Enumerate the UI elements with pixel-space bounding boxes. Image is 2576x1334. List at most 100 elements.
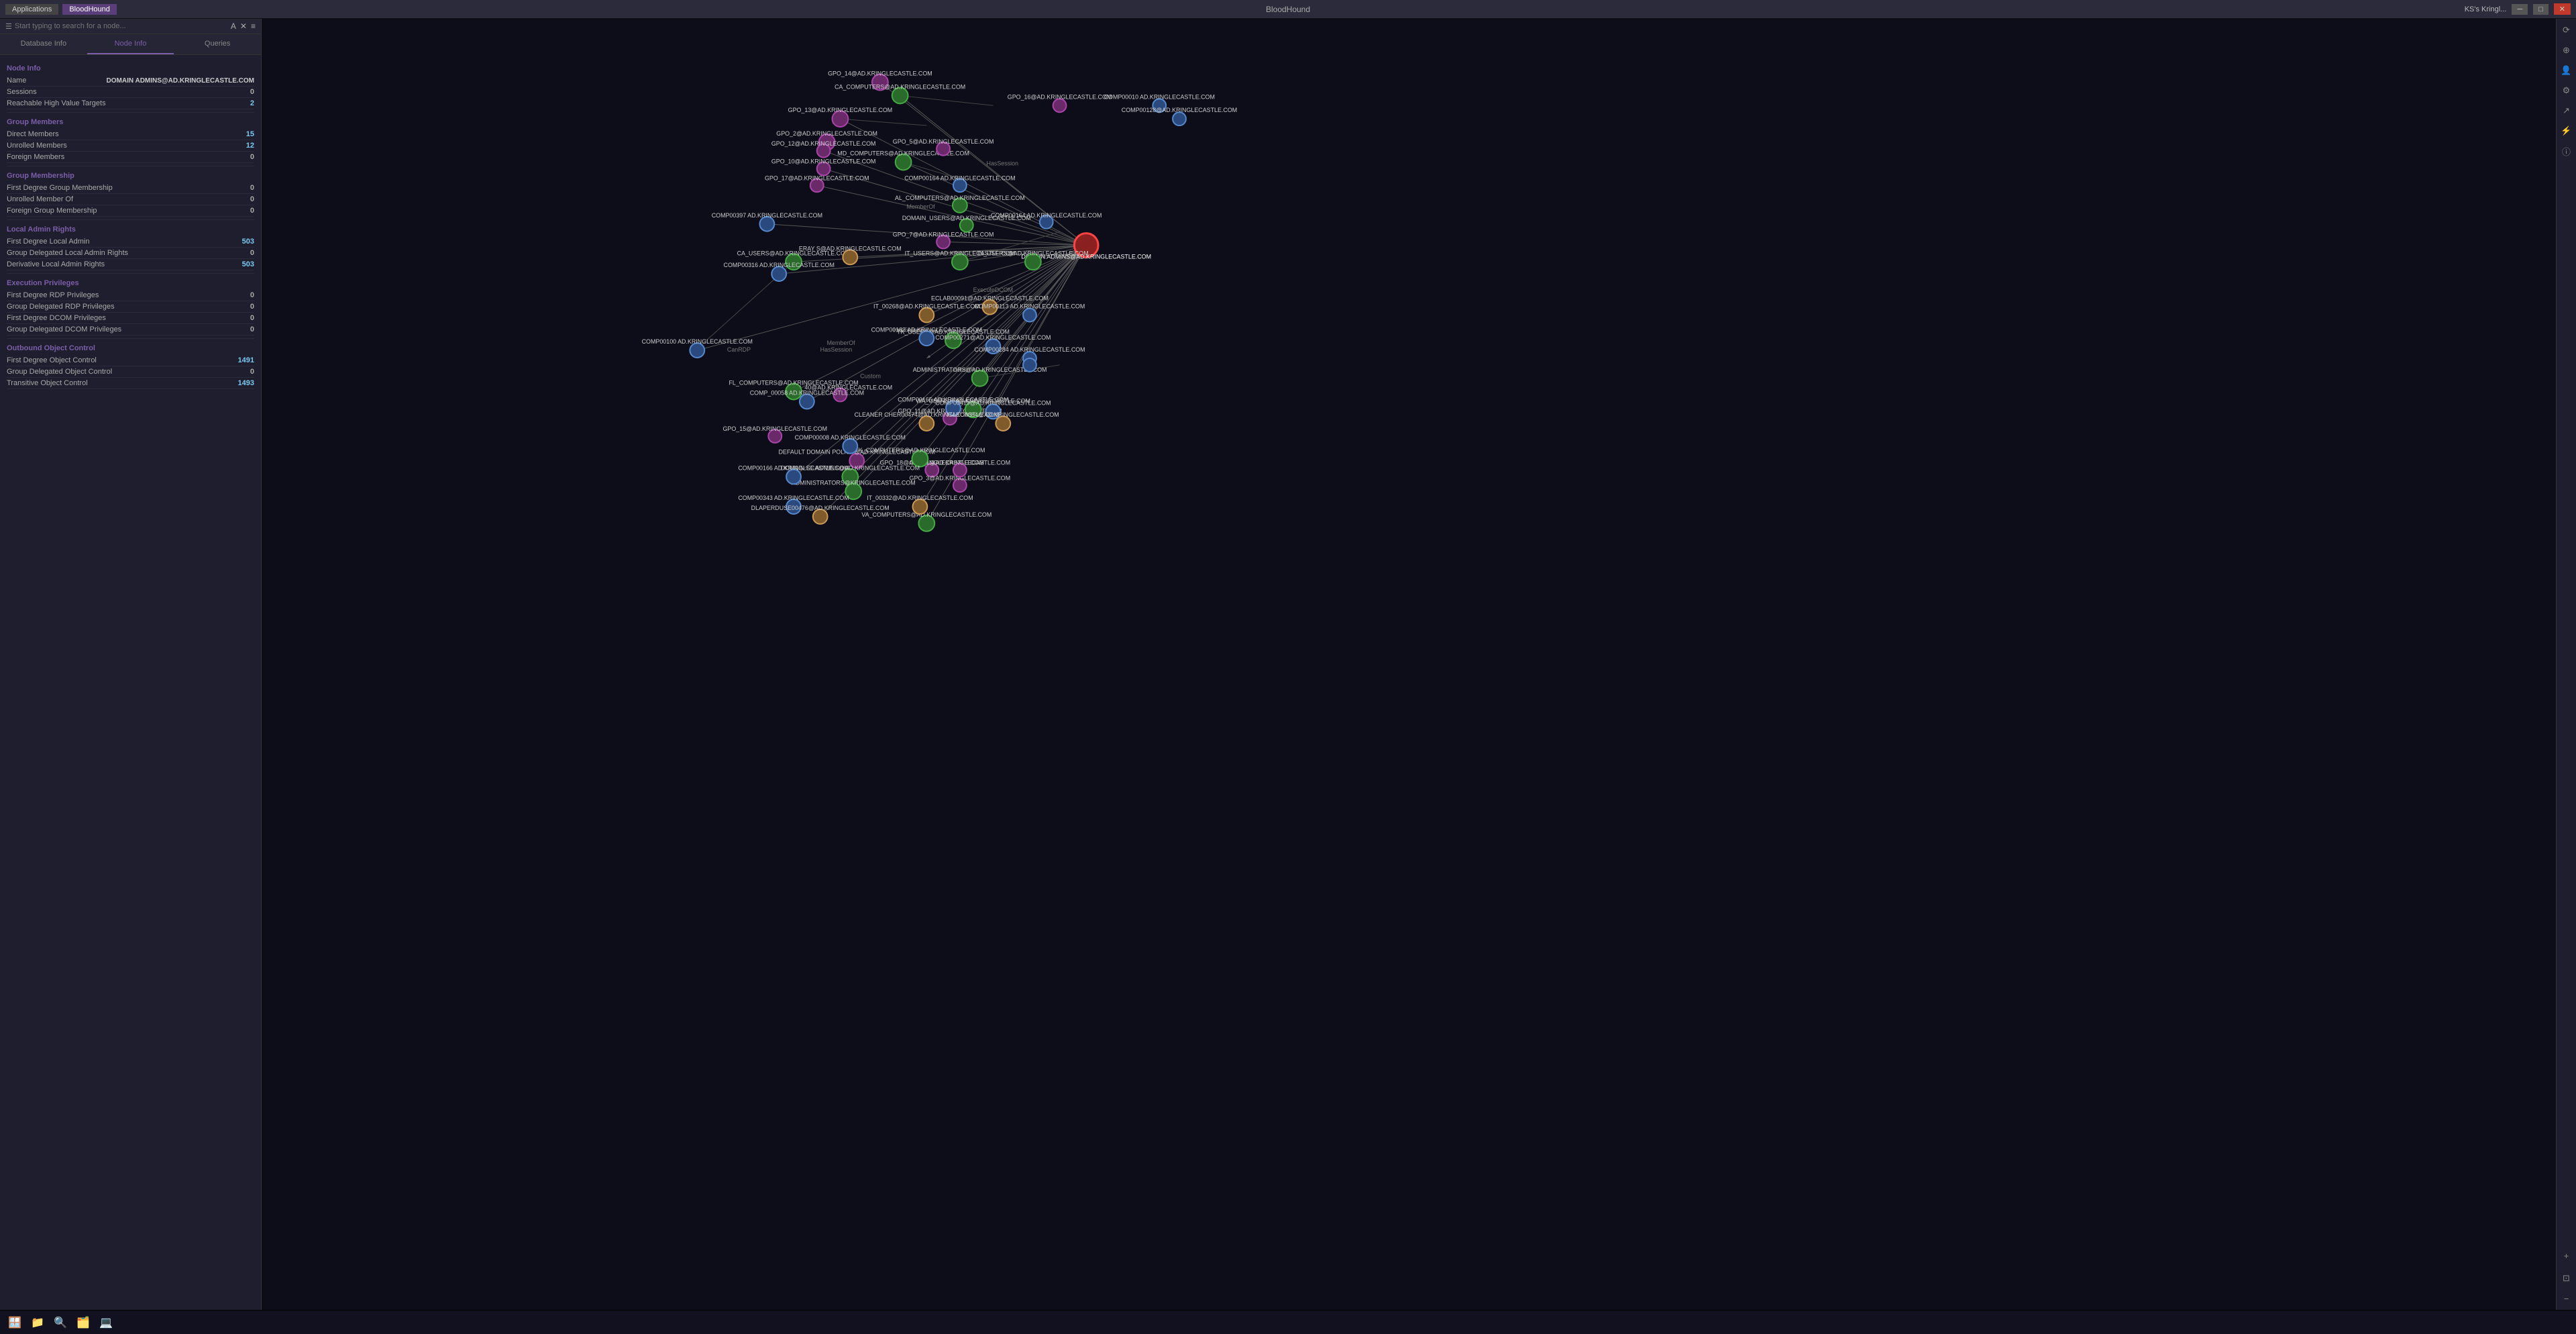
toolbar-refresh-button[interactable]: ⟳ (2559, 23, 2574, 38)
svg-text:COMP00113 AD.KRINGLECASTLE.COM: COMP00113 AD.KRINGLECASTLE.COM (975, 303, 1085, 310)
unrolled-member-of-value[interactable]: 0 (250, 195, 254, 203)
taskbar-terminal-icon[interactable]: 💻 (97, 1313, 115, 1332)
tab-queries[interactable]: Queries (174, 34, 261, 54)
svg-text:COMP00183 AD.KRINGLECASTLE.COM: COMP00183 AD.KRINGLECASTLE.COM (871, 326, 982, 333)
first-degree-group-label: First Degree Group Membership (7, 184, 113, 192)
node-itako[interactable]: ITAKO0084@AD.KRINGLECASTLE.COM (947, 411, 1059, 431)
first-degree-rdp-value[interactable]: 0 (250, 291, 254, 299)
svg-text:GPO_16@AD.KRINGLECASTLE.COM: GPO_16@AD.KRINGLECASTLE.COM (1008, 93, 1112, 100)
svg-text:GPO_13@AD.KRINGLECASTLE.COM: GPO_13@AD.KRINGLECASTLE.COM (788, 107, 893, 113)
first-degree-group-row: First Degree Group Membership 0 (7, 183, 254, 194)
svg-text:COMP00010 AD.KRINGLECASTLE.COM: COMP00010 AD.KRINGLECASTLE.COM (1104, 93, 1215, 100)
first-degree-dcom-row: First Degree DCOM Privileges 0 (7, 313, 254, 324)
node-info-section-title: Node Info (7, 64, 254, 72)
foreign-members-value[interactable]: 0 (250, 153, 254, 161)
node-comp00058[interactable]: COMP_00058 AD.KRINGLECASTLE.COM (750, 390, 864, 409)
svg-text:COMP00397 AD.KRINGLECASTLE.COM: COMP00397 AD.KRINGLECASTLE.COM (712, 212, 822, 219)
taskbar-apps-icon[interactable]: 🗂️ (74, 1313, 93, 1332)
sessions-value[interactable]: 0 (250, 88, 254, 96)
search-filter-icon[interactable]: ≡ (251, 21, 256, 31)
svg-text:HasSession: HasSession (820, 346, 853, 353)
first-degree-dcom-value[interactable]: 0 (250, 314, 254, 322)
toolbar-zoom-reset-button[interactable]: ⊡ (2559, 1271, 2574, 1286)
toolbar-zoom-in-button[interactable]: + (2559, 1248, 2574, 1263)
unrolled-members-value[interactable]: 12 (246, 142, 254, 150)
user-info: KS's Kringl... (2465, 5, 2507, 13)
search-target-icon[interactable]: ✕ (240, 21, 247, 31)
unrolled-member-of-row: Unrolled Member Of 0 (7, 194, 254, 205)
node-gpo-10[interactable]: GPO_10@AD.KRINGLECASTLE.COM (771, 158, 876, 176)
svg-text:GPO_2@AD.KRINGLECASTLE.COM: GPO_2@AD.KRINGLECASTLE.COM (776, 130, 877, 137)
node-comp00431[interactable] (1023, 358, 1036, 372)
taskbar-files-icon[interactable]: 📁 (28, 1313, 47, 1332)
tab-database-info[interactable]: Database Info (0, 34, 87, 54)
svg-text:ADMINISTRATORS@KRINGLECASTLE.C: ADMINISTRATORS@KRINGLECASTLE.COM (792, 479, 916, 486)
sidebar: ☰ A ✕ ≡ Database Info Node Info Queries … (0, 19, 262, 1310)
transitive-object-value[interactable]: 1493 (238, 379, 254, 387)
group-delegated-local-admin-value[interactable]: 0 (250, 249, 254, 257)
graph-svg: HasSession MemberOf MemberOf ExecuteDCOM… (262, 19, 2556, 1310)
first-degree-object-row: First Degree Object Control 1491 (7, 355, 254, 366)
svg-text:TK_COMPUTERS@AD.KRINGLECASTLE.: TK_COMPUTERS@AD.KRINGLECASTLE.COM (855, 447, 985, 454)
toolbar-info-button[interactable]: ⓘ (2559, 144, 2574, 158)
taskbar-windows-icon[interactable]: 🪟 (5, 1313, 24, 1332)
reachable-value[interactable]: 2 (250, 99, 254, 107)
svg-text:ECLAB00091@AD.KRINGLECASTLE.CO: ECLAB00091@AD.KRINGLECASTLE.COM (931, 295, 1049, 302)
taskbar-search-icon[interactable]: 🔍 (51, 1313, 70, 1332)
first-degree-dcom-label: First Degree DCOM Privileges (7, 314, 106, 322)
derivative-local-admin-value[interactable]: 503 (242, 260, 254, 268)
window-title: BloodHound (1266, 5, 1310, 14)
toolbar-export-button[interactable]: ↗ (2559, 103, 2574, 118)
node-comp00104[interactable]: COMP00164 AD.KRINGLECASTLE.COM (904, 174, 1015, 192)
node-va-computers[interactable]: VA_COMPUTERS@AD.KRINGLECASTLE.COM (861, 511, 991, 531)
minimize-button[interactable]: ─ (2512, 4, 2528, 15)
group-membership-title: Group Membership (7, 172, 254, 180)
first-degree-rdp-label: First Degree RDP Privileges (7, 291, 99, 299)
group-delegated-rdp-value[interactable]: 0 (250, 303, 254, 311)
node-gpo-13[interactable]: GPO_13@AD.KRINGLECASTLE.COM (788, 107, 893, 127)
first-degree-group-value[interactable]: 0 (250, 184, 254, 192)
foreign-group-membership-row: Foreign Group Membership 0 (7, 205, 254, 217)
toolbar-zoom-out-button[interactable]: − (2559, 1291, 2574, 1306)
node-comp00397[interactable]: COMP00397 AD.KRINGLECASTLE.COM (712, 212, 822, 232)
graph-area[interactable]: HasSession MemberOf MemberOf ExecuteDCOM… (262, 19, 2556, 1310)
svg-text:IT_00268@AD.KRINGLECASTLE.COM: IT_00268@AD.KRINGLECASTLE.COM (873, 303, 980, 310)
toolbar-settings-button[interactable]: ⚙ (2559, 83, 2574, 98)
execution-privileges-title: Execution Privileges (7, 279, 254, 287)
toolbar-lightning-button[interactable]: ⚡ (2559, 123, 2574, 138)
name-value: DOMAIN ADMINS@AD.KRINGLECASTLE.COM (107, 77, 254, 85)
sessions-row: Sessions 0 (7, 87, 254, 98)
node-gpo-7[interactable]: GPO_7@AD.KRINGLECASTLE.COM (893, 232, 994, 249)
first-degree-local-admin-value[interactable]: 503 (242, 238, 254, 246)
svg-text:COMP00419@AD.KRINGLECASTLE.COM: COMP00419@AD.KRINGLECASTLE.COM (935, 399, 1051, 406)
search-lock-icon[interactable]: A (231, 21, 236, 31)
svg-text:HasSession: HasSession (987, 160, 1019, 167)
tab-node-info[interactable]: Node Info (87, 34, 174, 54)
svg-text:COMP00100 AD.KRINGLECASTLE.COM: COMP00100 AD.KRINGLECASTLE.COM (642, 338, 753, 345)
tab-applications[interactable]: Applications (5, 4, 58, 15)
maximize-button[interactable]: □ (2533, 4, 2548, 15)
first-degree-object-value[interactable]: 1491 (238, 356, 254, 364)
group-delegated-object-value[interactable]: 0 (250, 368, 254, 376)
sidebar-tabs: Database Info Node Info Queries (0, 34, 261, 55)
node-comp00316[interactable]: COMP00316 AD.KRINGLECASTLE.COM (724, 262, 835, 281)
reachable-row: Reachable High Value Targets 2 (7, 98, 254, 109)
nodes[interactable]: GPO_14@AD.KRINGLECASTLE.COM GPO_13@AD.KR… (642, 70, 1238, 531)
hamburger-icon[interactable]: ☰ (5, 22, 12, 31)
toolbar-add-button[interactable]: ⊕ (2559, 43, 2574, 58)
node-gpo-far-1[interactable]: GPO_16@AD.KRINGLECASTLE.COM (1008, 93, 1112, 112)
group-delegated-dcom-value[interactable]: 0 (250, 325, 254, 334)
node-it00268[interactable]: IT_00268@AD.KRINGLECASTLE.COM (873, 303, 980, 323)
svg-text:GPO_14@AD.KRINGLECASTLE.COM: GPO_14@AD.KRINGLECASTLE.COM (828, 70, 932, 77)
node-gpo-17[interactable]: GPO_17@AD.KRINGLECASTLE.COM (765, 174, 869, 192)
svg-text:COMP00284 AD.KRINGLECASTLE.COM: COMP00284 AD.KRINGLECASTLE.COM (974, 346, 1085, 353)
node-comp-far-2[interactable]: COMP00128@AD.KRINGLECASTLE.COM (1122, 107, 1237, 125)
svg-text:VA_COMPUTERS@AD.KRINGLECASTLE.: VA_COMPUTERS@AD.KRINGLECASTLE.COM (861, 511, 991, 518)
toolbar-user-button[interactable]: 👤 (2559, 63, 2574, 78)
tab-bloodhound[interactable]: BloodHound (62, 4, 117, 15)
search-input[interactable] (15, 22, 228, 30)
foreign-group-membership-value[interactable]: 0 (250, 207, 254, 215)
close-button[interactable]: ✕ (2554, 3, 2571, 15)
derivative-local-admin-row: Derivative Local Admin Rights 503 (7, 259, 254, 270)
direct-members-value[interactable]: 15 (246, 130, 254, 138)
